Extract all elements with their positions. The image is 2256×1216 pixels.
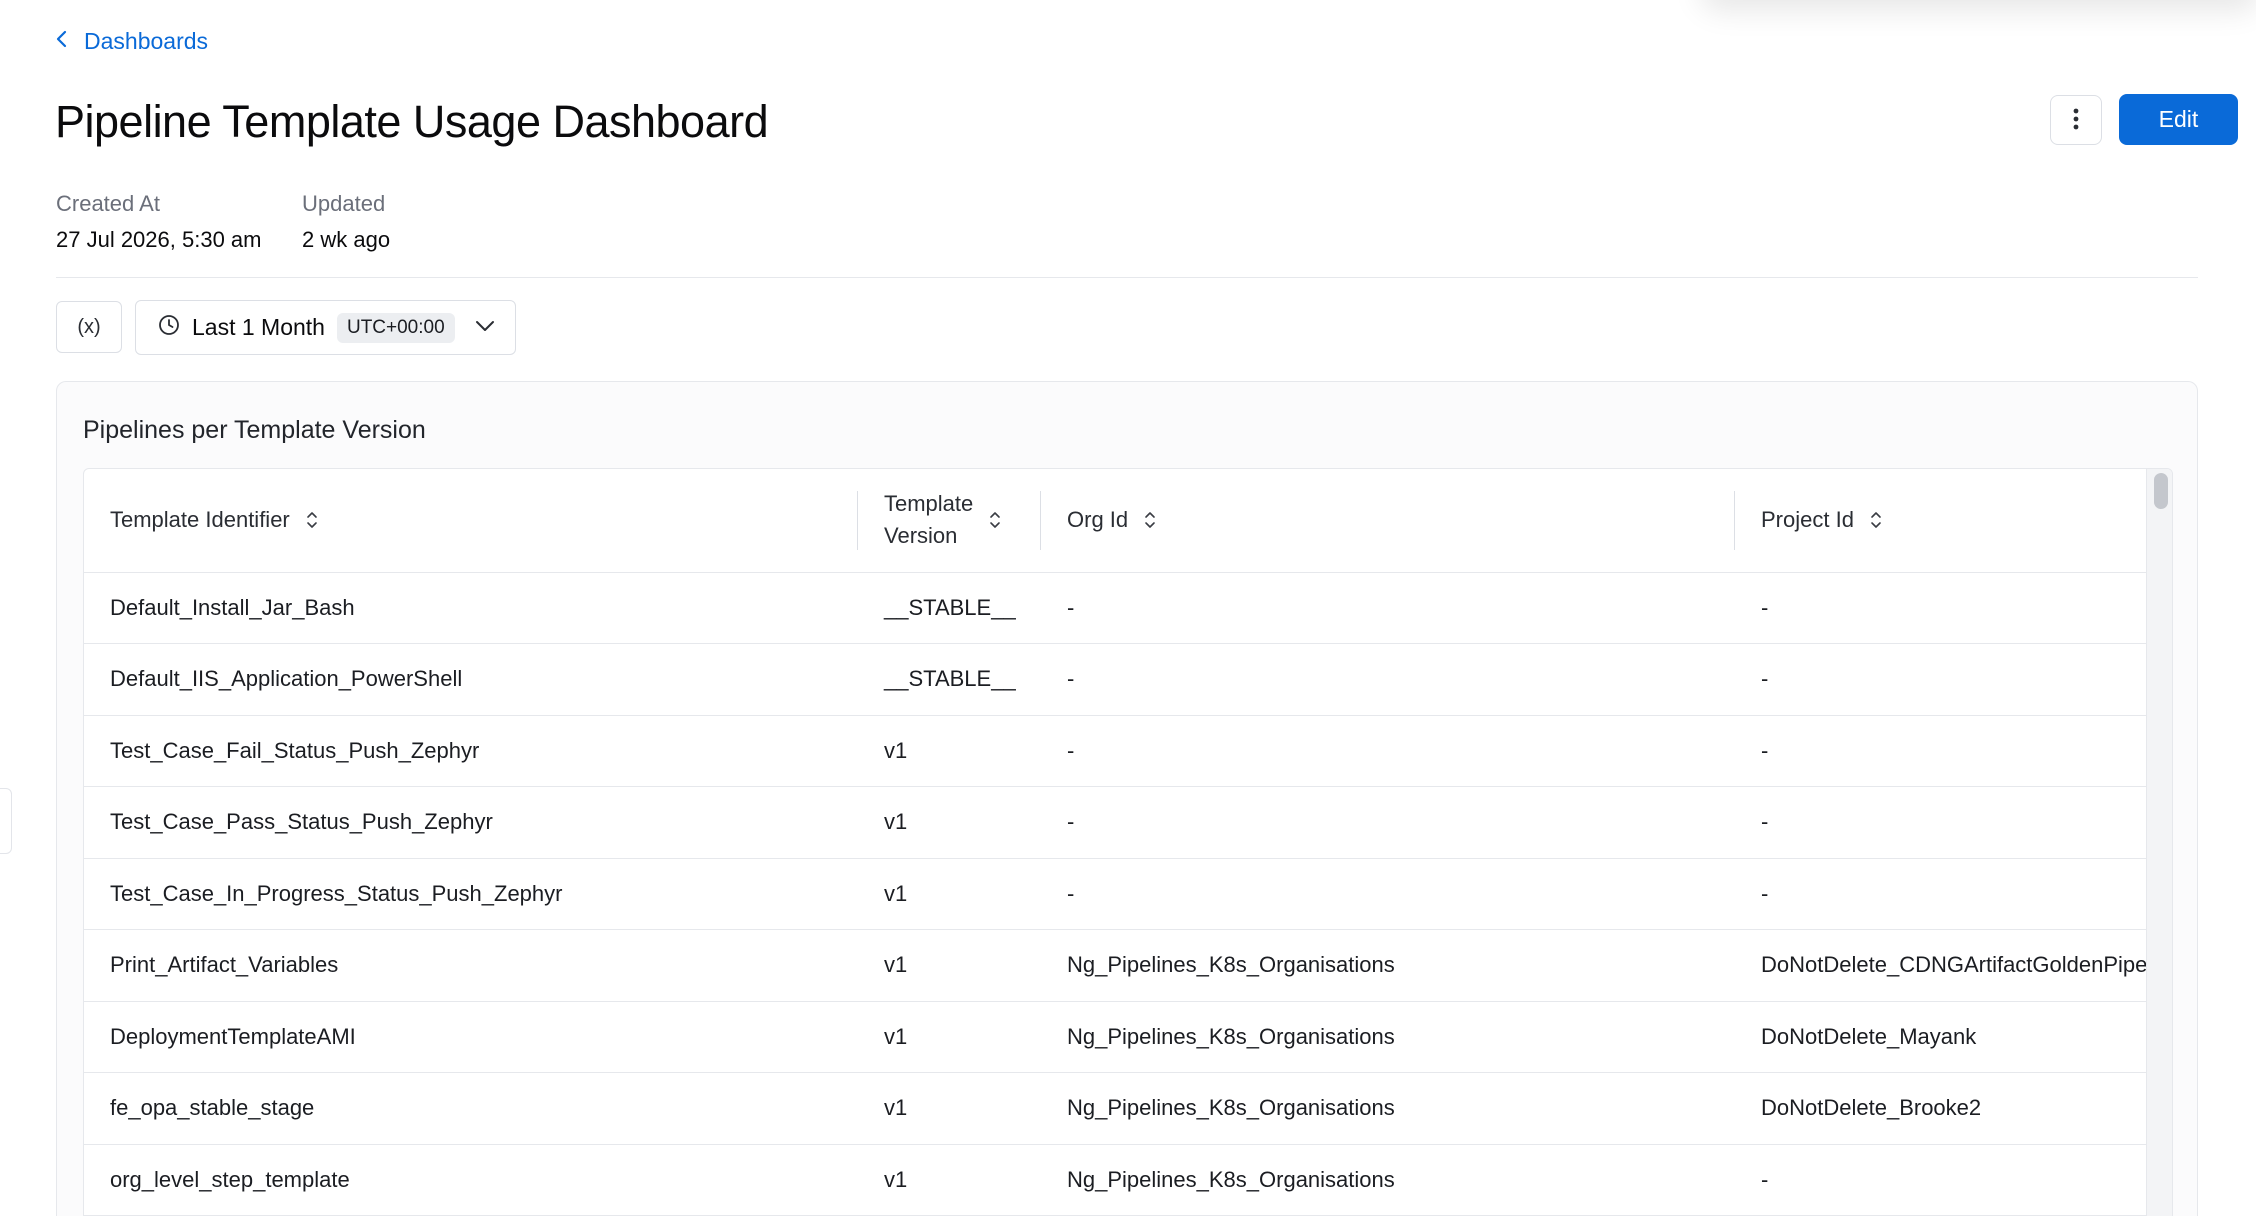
- column-header-org-id[interactable]: Org Id: [1041, 469, 1735, 573]
- cell-template-identifier: DeploymentTemplateAMI: [84, 1001, 858, 1073]
- column-header-template-identifier[interactable]: Template Identifier: [84, 469, 858, 573]
- cell-template-version: v1: [858, 1072, 1041, 1145]
- table-row[interactable]: Print_Artifact_Variables v1 Ng_Pipelines…: [84, 929, 2146, 1002]
- widget-title: Pipelines per Template Version: [83, 416, 426, 444]
- cell-project-id: -: [1735, 858, 2146, 930]
- cell-org-id: -: [1041, 643, 1735, 716]
- column-header-project-id[interactable]: Project Id: [1735, 469, 2146, 573]
- cell-template-version: v1: [858, 786, 1041, 859]
- cell-org-id: -: [1041, 572, 1735, 644]
- cell-org-id: Ng_Pipelines_K8s_Organisations: [1041, 1144, 1735, 1216]
- column-header-line: Version: [884, 523, 958, 549]
- cell-template-version: v1: [858, 715, 1041, 787]
- more-options-button[interactable]: [2050, 95, 2102, 145]
- cell-project-id: -: [1735, 643, 2146, 716]
- table-row[interactable]: org_level_step_template v1 Ng_Pipelines_…: [84, 1144, 2146, 1216]
- chevron-left-icon: [54, 28, 70, 55]
- cell-template-version: v1: [858, 1144, 1041, 1216]
- table-row[interactable]: Default_Install_Jar_Bash __STABLE__ - -: [84, 572, 2146, 644]
- table-row[interactable]: Test_Case_Fail_Status_Push_Zephyr v1 - -: [84, 715, 2146, 787]
- created-at-block: Created At 27 Jul 2026, 5:30 am: [56, 191, 261, 253]
- breadcrumb-dashboards-link[interactable]: Dashboards: [84, 28, 208, 55]
- cell-project-id: -: [1735, 572, 2146, 644]
- cell-org-id: -: [1041, 715, 1735, 787]
- cell-template-identifier: Default_Install_Jar_Bash: [84, 572, 858, 644]
- edit-button[interactable]: Edit: [2119, 94, 2238, 145]
- column-header-label: Project Id: [1761, 507, 1854, 533]
- breadcrumb[interactable]: Dashboards: [54, 28, 208, 55]
- cell-template-identifier: org_level_step_template: [84, 1144, 858, 1216]
- table-row[interactable]: Default_IIS_Application_PowerShell __STA…: [84, 643, 2146, 716]
- updated-block: Updated 2 wk ago: [302, 191, 390, 253]
- side-panel-handle[interactable]: [0, 788, 12, 854]
- created-at-label: Created At: [56, 191, 160, 216]
- chevron-down-icon: [475, 319, 495, 337]
- updated-label: Updated: [302, 191, 386, 216]
- column-header-template-version[interactable]: Template Version: [858, 469, 1041, 573]
- cell-template-version: v1: [858, 1001, 1041, 1073]
- cell-template-version: v1: [858, 858, 1041, 930]
- scrollbar-thumb[interactable]: [2154, 473, 2168, 509]
- clock-icon: [158, 314, 180, 341]
- sort-icon[interactable]: [989, 510, 1001, 530]
- cell-project-id: -: [1735, 1144, 2146, 1216]
- cell-template-identifier: Test_Case_Pass_Status_Push_Zephyr: [84, 786, 858, 859]
- cell-org-id: Ng_Pipelines_K8s_Organisations: [1041, 1072, 1735, 1145]
- table-header-row: Template Identifier Template Version Org…: [84, 469, 2146, 573]
- page-title: Pipeline Template Usage Dashboard: [55, 96, 769, 147]
- cell-org-id: Ng_Pipelines_K8s_Organisations: [1041, 1001, 1735, 1073]
- cell-project-id: -: [1735, 786, 2146, 859]
- table-row[interactable]: Test_Case_Pass_Status_Push_Zephyr v1 - -: [84, 786, 2146, 859]
- vertical-dots-icon: [2073, 107, 2079, 134]
- sort-icon[interactable]: [306, 510, 318, 530]
- header-divider: [56, 277, 2198, 278]
- cell-org-id: -: [1041, 858, 1735, 930]
- cell-template-identifier: Default_IIS_Application_PowerShell: [84, 643, 858, 716]
- cell-template-identifier: Test_Case_In_Progress_Status_Push_Zephyr: [84, 858, 858, 930]
- timezone-badge: UTC+00:00: [336, 312, 455, 343]
- time-range-picker[interactable]: Last 1 Month UTC+00:00: [135, 300, 516, 355]
- widget-pipelines-per-template-version: Pipelines per Template Version Template …: [56, 381, 2198, 1216]
- column-header-label: Org Id: [1067, 507, 1129, 533]
- cell-template-version: __STABLE__: [858, 643, 1041, 716]
- sort-icon[interactable]: [1144, 510, 1156, 530]
- cell-project-id: DoNotDelete_CDNGArtifactGoldenPipelines: [1735, 929, 2146, 1002]
- column-header-label: Template Identifier: [110, 507, 290, 533]
- column-header-line: Template: [884, 491, 974, 517]
- time-range-label: Last 1 Month: [192, 314, 325, 340]
- table-row[interactable]: Test_Case_In_Progress_Status_Push_Zephyr…: [84, 858, 2146, 930]
- sort-icon[interactable]: [1870, 510, 1882, 530]
- table-row[interactable]: fe_opa_stable_stage v1 Ng_Pipelines_K8s_…: [84, 1072, 2146, 1145]
- cell-project-id: -: [1735, 715, 2146, 787]
- created-at-value: 27 Jul 2026, 5:30 am: [56, 227, 262, 252]
- data-table: Template Identifier Template Version Org…: [83, 468, 2173, 1216]
- table-row[interactable]: DeploymentTemplateAMI v1 Ng_Pipelines_K8…: [84, 1001, 2146, 1073]
- variables-button[interactable]: (x): [56, 301, 122, 353]
- updated-value: 2 wk ago: [302, 227, 391, 252]
- cell-template-identifier: fe_opa_stable_stage: [84, 1072, 858, 1145]
- cell-org-id: Ng_Pipelines_K8s_Organisations: [1041, 929, 1735, 1002]
- cell-template-version: v1: [858, 929, 1041, 1002]
- cell-project-id: DoNotDelete_Brooke2: [1735, 1072, 2146, 1145]
- table-scrollbar[interactable]: [2146, 469, 2172, 1216]
- cell-template-identifier: Print_Artifact_Variables: [84, 929, 858, 1002]
- cell-template-version: __STABLE__: [858, 572, 1041, 644]
- cell-org-id: -: [1041, 786, 1735, 859]
- cell-project-id: DoNotDelete_Mayank: [1735, 1001, 2146, 1073]
- column-header-label: Template Version: [884, 488, 973, 552]
- cell-template-identifier: Test_Case_Fail_Status_Push_Zephyr: [84, 715, 858, 787]
